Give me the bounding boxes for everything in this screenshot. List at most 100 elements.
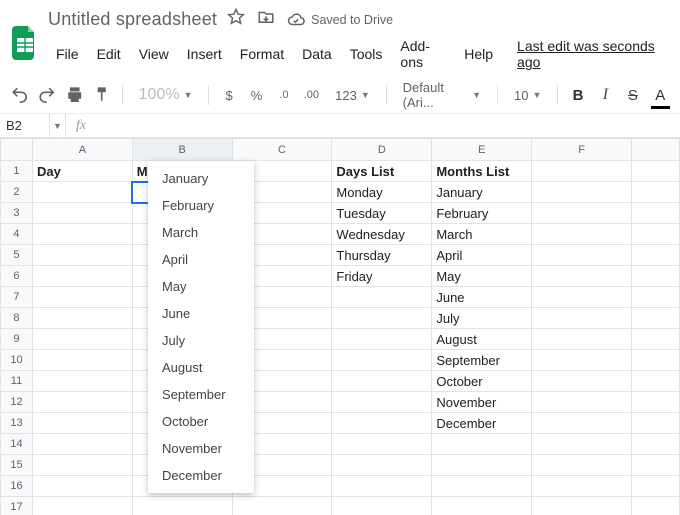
cell-edge[interactable] bbox=[632, 350, 680, 371]
number-format-dropdown[interactable]: 123▼ bbox=[329, 83, 376, 107]
row-header-10[interactable]: 10 bbox=[1, 350, 33, 371]
column-header-A[interactable]: A bbox=[32, 139, 132, 161]
column-header-F[interactable]: F bbox=[532, 139, 632, 161]
cell-F4[interactable] bbox=[532, 224, 632, 245]
menu-help[interactable]: Help bbox=[456, 43, 501, 65]
font-dropdown[interactable]: Default (Ari...▼ bbox=[397, 83, 487, 107]
cell-F17[interactable] bbox=[532, 497, 632, 515]
data-validation-dropdown[interactable]: JanuaryFebruaryMarchAprilMayJuneJulyAugu… bbox=[148, 161, 254, 493]
cell-E10[interactable]: September bbox=[432, 350, 532, 371]
cell-edge[interactable] bbox=[632, 329, 680, 350]
cell-F6[interactable] bbox=[532, 266, 632, 287]
cell-F3[interactable] bbox=[532, 203, 632, 224]
row-header-16[interactable]: 16 bbox=[1, 476, 33, 497]
doc-title[interactable]: Untitled spreadsheet bbox=[48, 9, 217, 30]
cell-A13[interactable] bbox=[32, 413, 132, 434]
cell-A17[interactable] bbox=[32, 497, 132, 515]
cell-E17[interactable] bbox=[432, 497, 532, 515]
cell-D2[interactable]: Monday bbox=[332, 182, 432, 203]
format-currency[interactable]: $ bbox=[219, 84, 238, 106]
row-header-15[interactable]: 15 bbox=[1, 455, 33, 476]
dropdown-option[interactable]: August bbox=[148, 354, 254, 381]
cell-E9[interactable]: August bbox=[432, 329, 532, 350]
cell-A6[interactable] bbox=[32, 266, 132, 287]
cell-edge[interactable] bbox=[632, 287, 680, 308]
cell-F13[interactable] bbox=[532, 413, 632, 434]
menu-format[interactable]: Format bbox=[232, 43, 292, 65]
dropdown-option[interactable]: September bbox=[148, 381, 254, 408]
cell-A3[interactable] bbox=[32, 203, 132, 224]
cell-E5[interactable]: April bbox=[432, 245, 532, 266]
dropdown-option[interactable]: December bbox=[148, 462, 254, 489]
cell-A16[interactable] bbox=[32, 476, 132, 497]
star-icon[interactable] bbox=[227, 8, 245, 31]
cell-E4[interactable]: March bbox=[432, 224, 532, 245]
column-header-B[interactable]: B bbox=[132, 139, 232, 161]
cell-A8[interactable] bbox=[32, 308, 132, 329]
cell-E13[interactable]: December bbox=[432, 413, 532, 434]
dropdown-option[interactable]: October bbox=[148, 408, 254, 435]
cell-F7[interactable] bbox=[532, 287, 632, 308]
row-header-5[interactable]: 5 bbox=[1, 245, 33, 266]
cell-A1[interactable]: Day bbox=[32, 161, 132, 182]
cell-E2[interactable]: January bbox=[432, 182, 532, 203]
cell-D4[interactable]: Wednesday bbox=[332, 224, 432, 245]
cell-D7[interactable] bbox=[332, 287, 432, 308]
cell-D6[interactable]: Friday bbox=[332, 266, 432, 287]
cell-D14[interactable] bbox=[332, 434, 432, 455]
cell-edge[interactable] bbox=[632, 497, 680, 515]
cell-D10[interactable] bbox=[332, 350, 432, 371]
menu-view[interactable]: View bbox=[131, 43, 177, 65]
cell-E3[interactable]: February bbox=[432, 203, 532, 224]
cell-F15[interactable] bbox=[532, 455, 632, 476]
cell-D13[interactable] bbox=[332, 413, 432, 434]
row-header-12[interactable]: 12 bbox=[1, 392, 33, 413]
cell-F1[interactable] bbox=[532, 161, 632, 182]
cell-edge[interactable] bbox=[632, 182, 680, 203]
cell-D15[interactable] bbox=[332, 455, 432, 476]
dropdown-option[interactable]: May bbox=[148, 273, 254, 300]
cell-E11[interactable]: October bbox=[432, 371, 532, 392]
column-header-D[interactable]: D bbox=[332, 139, 432, 161]
cell-E7[interactable]: June bbox=[432, 287, 532, 308]
cell-F12[interactable] bbox=[532, 392, 632, 413]
cell-A7[interactable] bbox=[32, 287, 132, 308]
cell-A11[interactable] bbox=[32, 371, 132, 392]
cell-D9[interactable] bbox=[332, 329, 432, 350]
print-icon[interactable] bbox=[65, 84, 84, 106]
column-header-E[interactable]: E bbox=[432, 139, 532, 161]
cell-C17[interactable] bbox=[232, 497, 332, 515]
cell-E14[interactable] bbox=[432, 434, 532, 455]
name-box-dropdown-icon[interactable]: ▼ bbox=[50, 114, 66, 137]
cell-edge[interactable] bbox=[632, 476, 680, 497]
cell-A15[interactable] bbox=[32, 455, 132, 476]
cell-E6[interactable]: May bbox=[432, 266, 532, 287]
move-icon[interactable] bbox=[257, 8, 275, 31]
bold-button[interactable]: B bbox=[568, 84, 587, 106]
cell-D3[interactable]: Tuesday bbox=[332, 203, 432, 224]
menu-edit[interactable]: Edit bbox=[89, 43, 129, 65]
cell-E15[interactable] bbox=[432, 455, 532, 476]
row-header-6[interactable]: 6 bbox=[1, 266, 33, 287]
cell-A10[interactable] bbox=[32, 350, 132, 371]
menu-addons[interactable]: Add-ons bbox=[392, 35, 454, 73]
menu-data[interactable]: Data bbox=[294, 43, 340, 65]
cell-F9[interactable] bbox=[532, 329, 632, 350]
dropdown-option[interactable]: March bbox=[148, 219, 254, 246]
row-header-14[interactable]: 14 bbox=[1, 434, 33, 455]
cell-D8[interactable] bbox=[332, 308, 432, 329]
cell-F5[interactable] bbox=[532, 245, 632, 266]
cell-E8[interactable]: July bbox=[432, 308, 532, 329]
cell-E16[interactable] bbox=[432, 476, 532, 497]
cell-A2[interactable] bbox=[32, 182, 132, 203]
increase-decimal[interactable]: .00 bbox=[302, 84, 321, 106]
row-header-11[interactable]: 11 bbox=[1, 371, 33, 392]
paint-format-icon[interactable] bbox=[92, 84, 111, 106]
cell-F10[interactable] bbox=[532, 350, 632, 371]
menu-tools[interactable]: Tools bbox=[342, 43, 391, 65]
cell-A5[interactable] bbox=[32, 245, 132, 266]
row-header-17[interactable]: 17 bbox=[1, 497, 33, 515]
last-edit-link[interactable]: Last edit was seconds ago bbox=[509, 35, 670, 73]
cell-edge[interactable] bbox=[632, 434, 680, 455]
row-header-9[interactable]: 9 bbox=[1, 329, 33, 350]
